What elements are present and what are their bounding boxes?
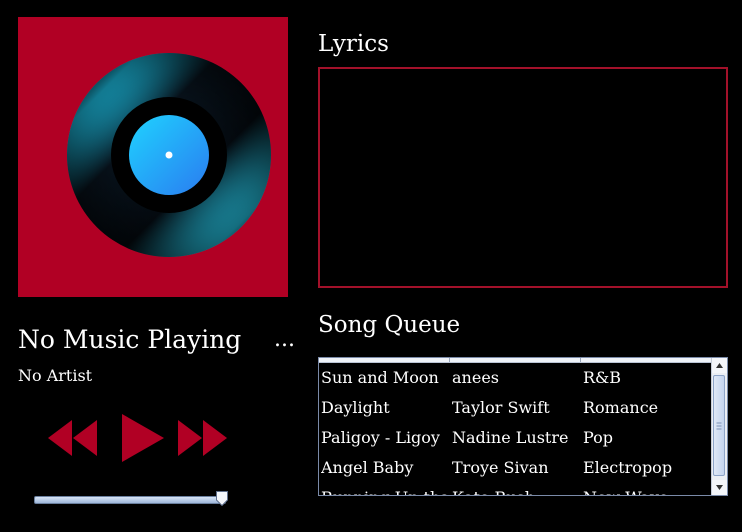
next-button[interactable] xyxy=(176,418,228,458)
song-title-cell: Sun and Moon xyxy=(321,368,439,387)
now-playing-title: No Music Playing xyxy=(18,325,242,354)
genre-cell: Pop xyxy=(583,428,613,447)
scroll-up-button[interactable] xyxy=(712,358,727,373)
artist-cell: Troye Sivan xyxy=(452,458,549,477)
column-header[interactable] xyxy=(319,358,450,362)
arrow-down-icon xyxy=(716,485,723,490)
play-icon xyxy=(122,414,164,462)
column-header[interactable] xyxy=(581,358,712,362)
seek-slider-thumb[interactable] xyxy=(216,491,228,507)
song-title-cell: Paligoy - Ligoy xyxy=(321,428,440,447)
more-options-button[interactable]: ... xyxy=(274,325,295,355)
vinyl-record-icon xyxy=(67,53,271,257)
previous-button[interactable] xyxy=(48,418,98,458)
song-title-cell: Daylight xyxy=(321,398,390,417)
fast-forward-icon xyxy=(178,420,227,456)
rewind-icon xyxy=(48,420,97,456)
seek-slider[interactable] xyxy=(34,491,230,507)
lyrics-panel xyxy=(318,67,728,288)
table-row[interactable]: Daylight Taylor Swift Romance xyxy=(319,393,711,423)
vertical-scrollbar[interactable] xyxy=(711,358,727,495)
column-header[interactable] xyxy=(450,358,581,362)
table-row[interactable]: Angel Baby Troye Sivan Electropop xyxy=(319,453,711,483)
arrow-up-icon xyxy=(716,363,723,368)
genre-cell: New Wave xyxy=(583,483,711,495)
song-title-cell: Running Up that xyxy=(321,483,449,495)
seek-slider-track xyxy=(34,496,226,504)
artist-cell: Taylor Swift xyxy=(452,398,550,417)
song-queue-table[interactable]: Sun and Moon anees R&B Daylight Taylor Swift… xyxy=(318,357,728,496)
table-row[interactable]: Sun and Moon anees R&B xyxy=(319,363,711,393)
artist-cell: Kate Bush xyxy=(452,483,580,495)
song-queue-title: Song Queue xyxy=(318,312,461,338)
artist-cell: Nadine Lustre xyxy=(452,428,569,447)
play-button[interactable] xyxy=(120,413,166,463)
scrollbar-thumb[interactable] xyxy=(713,375,725,476)
genre-cell: Romance xyxy=(583,398,659,417)
scroll-down-button[interactable] xyxy=(712,480,727,495)
lyrics-title: Lyrics xyxy=(318,31,389,57)
song-title-cell: Angel Baby xyxy=(321,458,414,477)
table-row[interactable]: Paligoy - Ligoy Nadine Lustre Pop xyxy=(319,423,711,453)
table-row[interactable]: Running Up thatKate BushNew Wave xyxy=(319,483,711,495)
genre-cell: R&B xyxy=(583,368,622,387)
genre-cell: Electropop xyxy=(583,458,673,477)
album-art xyxy=(18,17,288,297)
artist-cell: anees xyxy=(452,368,499,387)
now-playing-artist: No Artist xyxy=(18,366,93,385)
